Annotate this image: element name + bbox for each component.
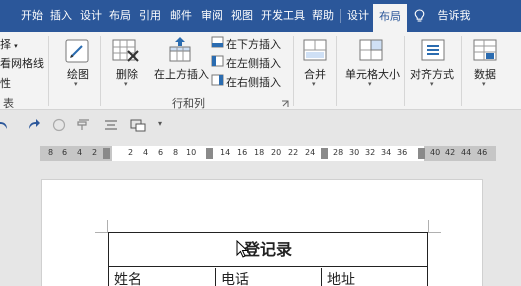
insert-below-icon[interactable] [211, 36, 224, 51]
ruler-number: 34 [381, 148, 392, 157]
insert-above-button[interactable]: 在上方插入 [154, 66, 209, 82]
ruler-number: 24 [305, 148, 316, 157]
customize-toolbar-icon[interactable]: ▾ [158, 119, 162, 128]
group-divider [461, 36, 462, 106]
ruler-number: 22 [288, 148, 299, 157]
properties-button[interactable]: 性 [0, 75, 11, 91]
mouse-cursor-icon [236, 239, 249, 261]
circle-icon[interactable] [52, 118, 66, 135]
ruler-number: 46 [477, 148, 488, 157]
delete-table-icon[interactable] [111, 38, 141, 67]
merge-icon[interactable] [302, 38, 328, 65]
column-marker[interactable] [206, 148, 213, 159]
tab-design[interactable]: 设计 [77, 0, 105, 32]
ruler-number: 14 [220, 148, 231, 157]
chevron-down-icon[interactable]: ▾ [124, 80, 128, 88]
ruler-number: 8 [48, 148, 54, 157]
data-icon[interactable] [472, 38, 498, 65]
view-gridlines-button[interactable]: 看网格线 [0, 55, 44, 71]
insert-below-button[interactable]: 在下方插入 [226, 36, 281, 52]
ruler-number: 20 [271, 148, 282, 157]
tab-developer[interactable]: 开发工具 [258, 0, 308, 32]
left-indent-marker[interactable] [103, 148, 110, 159]
right-indent-marker[interactable] [418, 148, 425, 159]
quick-access-toolbar: ▾ [0, 111, 521, 141]
lightbulb-icon[interactable] [412, 0, 426, 32]
ruler-number: 42 [445, 148, 456, 157]
ruler-number: 2 [92, 148, 98, 157]
group-divider [48, 36, 49, 106]
ruler-number: 10 [186, 148, 197, 157]
ruler-number: 2 [128, 148, 134, 157]
tab-table-design[interactable]: 设计 [343, 0, 373, 32]
tab-insert[interactable]: 插入 [47, 0, 75, 32]
ruler-number: 8 [173, 148, 179, 157]
crop-mark [428, 220, 429, 232]
tab-layout[interactable]: 布局 [106, 0, 134, 32]
crop-mark [107, 220, 108, 232]
cell-size-button[interactable]: 单元格大小 [345, 66, 400, 82]
group-divider [100, 36, 101, 106]
insert-above-icon[interactable] [167, 36, 193, 65]
ruler-number: 18 [254, 148, 265, 157]
insert-right-button[interactable]: 在右侧插入 [226, 74, 281, 90]
ruler-number: 16 [237, 148, 248, 157]
ruler-number: 30 [349, 148, 360, 157]
insert-right-icon[interactable] [211, 74, 224, 89]
chevron-down-icon[interactable]: ▾ [482, 80, 486, 88]
ribbon: 择 ▾ 看网格线 性 表 绘图 ▾ 删除 ▾ 在上方插入 在下方插入 在左侧插入… [0, 32, 521, 110]
tab-home[interactable]: 开始 [18, 0, 46, 32]
tab-review[interactable]: 审阅 [197, 0, 227, 32]
ruler-number: 4 [143, 148, 149, 157]
group-divider [404, 36, 405, 106]
group-divider [293, 36, 294, 106]
redo-icon[interactable] [26, 118, 40, 135]
cell-size-icon[interactable] [358, 38, 384, 65]
chevron-down-icon[interactable]: ▾ [74, 80, 78, 88]
ribbon-tab-bar: 开始 插入 设计 布局 引用 邮件 审阅 视图 开发工具 帮助 设计 布局 告诉… [0, 0, 521, 32]
group-label-rows-columns: 行和列 [172, 98, 205, 110]
chevron-down-icon[interactable]: ▾ [368, 80, 372, 88]
draw-button[interactable]: 绘图 [67, 66, 89, 82]
group-divider [336, 36, 337, 106]
tab-table-layout[interactable]: 布局 [373, 4, 407, 32]
select-button[interactable]: 择 ▾ [0, 36, 18, 52]
ruler-number: 6 [62, 148, 68, 157]
tell-me-search[interactable]: 告诉我 [432, 0, 476, 32]
tab-help[interactable]: 帮助 [308, 0, 338, 32]
ruler-number: 40 [430, 148, 441, 157]
ruler-number: 44 [461, 148, 472, 157]
horizontal-ruler: 8 6 4 2 2 4 6 8 10 14 16 18 20 22 24 28 … [40, 146, 496, 161]
ruler-number: 32 [365, 148, 376, 157]
alignment-icon[interactable] [420, 38, 446, 65]
table-cell-name[interactable]: 姓名 [109, 268, 216, 286]
undo-icon[interactable] [0, 118, 10, 135]
ruler-number: 36 [397, 148, 408, 157]
screenshot-icon[interactable] [130, 118, 146, 135]
table-title-cell[interactable]: 登记录 [109, 233, 427, 267]
format-painter-icon[interactable] [76, 118, 92, 135]
insert-left-icon[interactable] [211, 55, 224, 70]
group-label-table: 表 [3, 98, 14, 110]
table-cell-phone[interactable]: 电话 [216, 268, 322, 286]
chevron-down-icon[interactable]: ▾ [312, 80, 316, 88]
align-icon[interactable] [104, 118, 118, 135]
dialog-launcher-icon[interactable] [281, 99, 289, 111]
table-cell-address[interactable]: 地址 [322, 268, 427, 286]
chevron-down-icon[interactable]: ▾ [430, 80, 434, 88]
ruler-number: 4 [77, 148, 83, 157]
ruler-number: 6 [158, 148, 164, 157]
tab-view[interactable]: 视图 [227, 0, 257, 32]
column-marker[interactable] [321, 148, 328, 159]
document-table[interactable]: 登记录 姓名 电话 地址 [108, 232, 428, 286]
ruler-number: 28 [333, 148, 344, 157]
draw-table-icon[interactable] [64, 38, 90, 67]
insert-left-button[interactable]: 在左侧插入 [226, 55, 281, 71]
crop-mark [95, 232, 108, 233]
tab-references[interactable]: 引用 [135, 0, 165, 32]
crop-mark [428, 232, 441, 233]
tab-mailings[interactable]: 邮件 [166, 0, 196, 32]
tab-divider [340, 9, 341, 23]
